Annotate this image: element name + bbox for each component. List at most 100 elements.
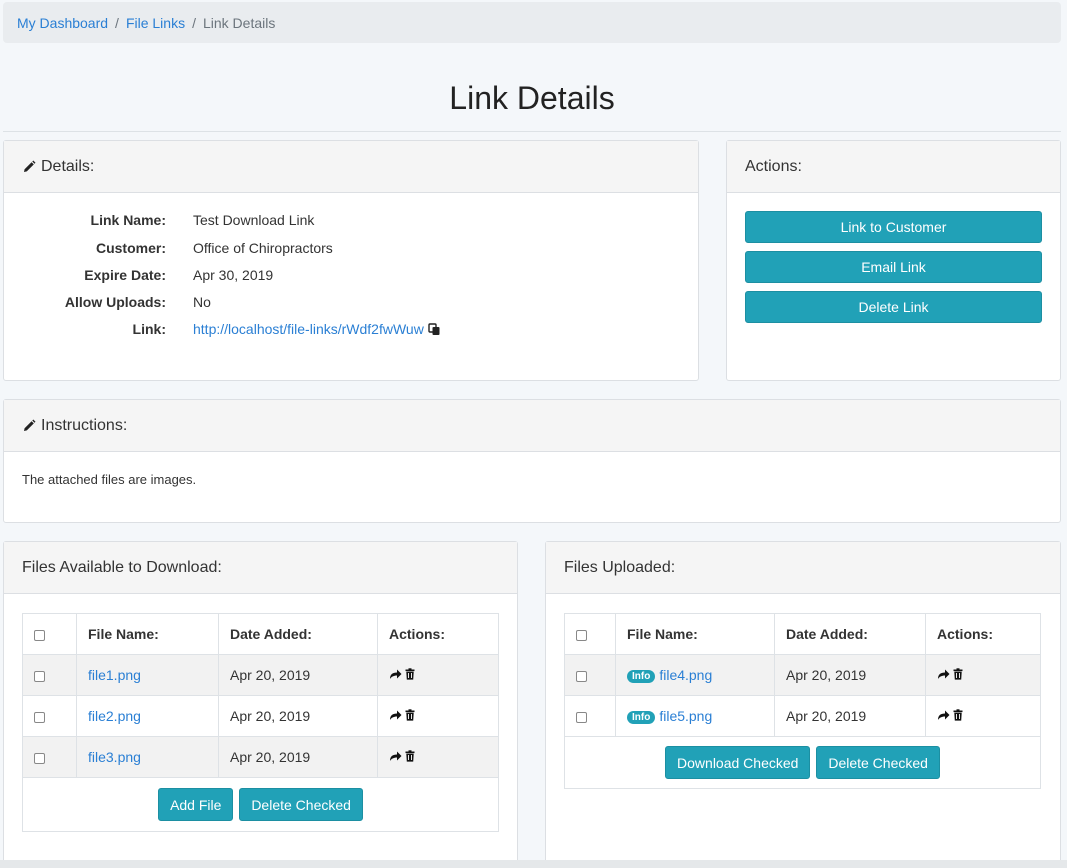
trash-icon[interactable] <box>953 668 963 680</box>
detail-label: Link: <box>132 321 166 337</box>
downloads-heading: Files Available to Download: <box>22 558 222 576</box>
trash-icon[interactable] <box>405 709 415 721</box>
downloads-panel-header: Files Available to Download: <box>4 542 517 594</box>
detail-label: Expire Date: <box>84 267 166 283</box>
breadcrumb-current: Link Details <box>202 14 276 31</box>
title-divider <box>3 131 1061 132</box>
actions-cell <box>925 695 1041 737</box>
uploads-panel-header: Files Uploaded: <box>546 542 1060 594</box>
page-title: Link Details <box>449 80 615 116</box>
row-checkbox-cell <box>22 654 77 696</box>
select-all-cell <box>22 613 77 655</box>
detail-label: Allow Uploads: <box>64 294 166 310</box>
details-heading: Details: <box>41 157 95 175</box>
detail-value: No <box>193 294 211 310</box>
trash-icon[interactable] <box>953 709 963 721</box>
actions-heading: Actions: <box>745 157 802 175</box>
share-icon[interactable] <box>389 750 402 762</box>
info-badge[interactable]: Info <box>627 711 656 724</box>
details-panel-header: Details: <box>4 141 698 193</box>
delete-checked-button[interactable]: Delete Checked <box>239 788 363 821</box>
email-link-button[interactable]: Email Link <box>745 251 1042 283</box>
detail-label: Link Name: <box>90 212 166 228</box>
trash-icon[interactable] <box>405 750 415 762</box>
row-checkbox[interactable] <box>34 711 45 723</box>
row-checkbox[interactable] <box>34 752 45 764</box>
detail-value: Apr 30, 2019 <box>193 267 274 283</box>
file-link-url[interactable]: http://localhost/file-links/rWdf2fwWuw <box>193 321 424 337</box>
breadcrumb-my-dashboard[interactable]: My Dashboard <box>17 15 108 31</box>
file-link[interactable]: file3.png <box>88 749 141 765</box>
row-checkbox-cell <box>22 695 77 737</box>
detail-row-expire-date: Expire Date: Apr 30, 2019 <box>4 267 698 287</box>
actions-panel: Actions: Link to Customer Email Link Del… <box>726 140 1061 381</box>
detail-row-customer: Customer: Office of Chiropractors <box>4 240 698 260</box>
file-link[interactable]: file5.png <box>659 708 712 724</box>
actions-panel-header: Actions: <box>727 141 1060 193</box>
file-name-cell: file1.png <box>76 654 219 696</box>
table-row: Info file4.png Apr 20, 2019 <box>564 654 1041 696</box>
download-checked-button[interactable]: Download Checked <box>665 746 811 779</box>
breadcrumb: My Dashboard / File Links / Link Details <box>3 2 1061 43</box>
share-icon[interactable] <box>937 668 950 680</box>
share-icon[interactable] <box>937 709 950 721</box>
date-cell: Apr 20, 2019 <box>774 695 926 737</box>
share-icon[interactable] <box>389 668 402 680</box>
actions-cell <box>377 654 499 696</box>
detail-value: Test Download Link <box>193 212 315 228</box>
file-link[interactable]: file2.png <box>88 708 141 724</box>
row-checkbox-cell <box>564 695 616 737</box>
uploads-heading: Files Uploaded: <box>564 558 676 576</box>
delete-checked-button[interactable]: Delete Checked <box>816 746 940 779</box>
date-cell: Apr 20, 2019 <box>218 695 378 737</box>
table-row: file2.png Apr 20, 2019 <box>22 695 499 737</box>
info-badge[interactable]: Info <box>627 670 656 683</box>
column-header: Actions: <box>377 613 499 655</box>
table-row: file3.png Apr 20, 2019 <box>22 736 499 778</box>
add-file-button[interactable]: Add File <box>158 788 234 821</box>
row-checkbox-cell <box>22 736 77 778</box>
detail-row-link-name: Link Name: Test Download Link <box>4 212 698 232</box>
actions-cell <box>377 695 499 737</box>
file-name-cell: file2.png <box>76 695 219 737</box>
detail-row-allow-uploads: Allow Uploads: No <box>4 294 698 314</box>
instructions-panel-header: Instructions: <box>4 400 1060 452</box>
instructions-heading: Instructions: <box>41 416 128 434</box>
page-bottom-edge <box>0 860 1067 868</box>
breadcrumb-separator: / <box>115 14 119 31</box>
column-header: Date Added: <box>218 613 378 655</box>
column-header: Actions: <box>925 613 1041 655</box>
file-link[interactable]: file1.png <box>88 667 141 683</box>
table-footer-row: Add File Delete Checked <box>22 777 499 832</box>
row-checkbox-cell <box>564 654 616 696</box>
table-footer: Download Checked Delete Checked <box>564 736 1041 789</box>
table-footer-row: Download Checked Delete Checked <box>564 736 1041 789</box>
select-all-checkbox[interactable] <box>34 629 45 641</box>
trash-icon[interactable] <box>405 668 415 680</box>
date-cell: Apr 20, 2019 <box>218 654 378 696</box>
share-icon[interactable] <box>389 709 402 721</box>
file-link[interactable]: file4.png <box>659 667 712 683</box>
table-header-row: File Name: Date Added: Actions: <box>22 613 499 655</box>
actions-cell <box>925 654 1041 696</box>
row-checkbox[interactable] <box>34 670 45 682</box>
link-to-customer-button[interactable]: Link to Customer <box>745 211 1042 243</box>
pencil-icon <box>24 160 36 172</box>
row-checkbox[interactable] <box>576 711 587 723</box>
downloads-table: File Name: Date Added: Actions: file1.pn… <box>22 613 499 832</box>
detail-value: Office of Chiropractors <box>193 240 333 256</box>
file-name-cell: file3.png <box>76 736 219 778</box>
breadcrumb-file-links[interactable]: File Links <box>126 15 185 31</box>
select-all-checkbox[interactable] <box>576 629 587 641</box>
copy-icon[interactable] <box>428 323 441 336</box>
select-all-cell <box>564 613 616 655</box>
instructions-panel: Instructions: The attached files are ima… <box>3 399 1061 523</box>
row-checkbox[interactable] <box>576 670 587 682</box>
detail-value: http://localhost/file-links/rWdf2fwWuw <box>193 321 441 337</box>
delete-link-button[interactable]: Delete Link <box>745 291 1042 323</box>
pencil-icon <box>24 419 36 431</box>
table-footer: Add File Delete Checked <box>22 777 499 832</box>
downloads-panel: Files Available to Download: File Name: … <box>3 541 518 868</box>
detail-label: Customer: <box>95 240 166 256</box>
table-header-row: File Name: Date Added: Actions: <box>564 613 1041 655</box>
